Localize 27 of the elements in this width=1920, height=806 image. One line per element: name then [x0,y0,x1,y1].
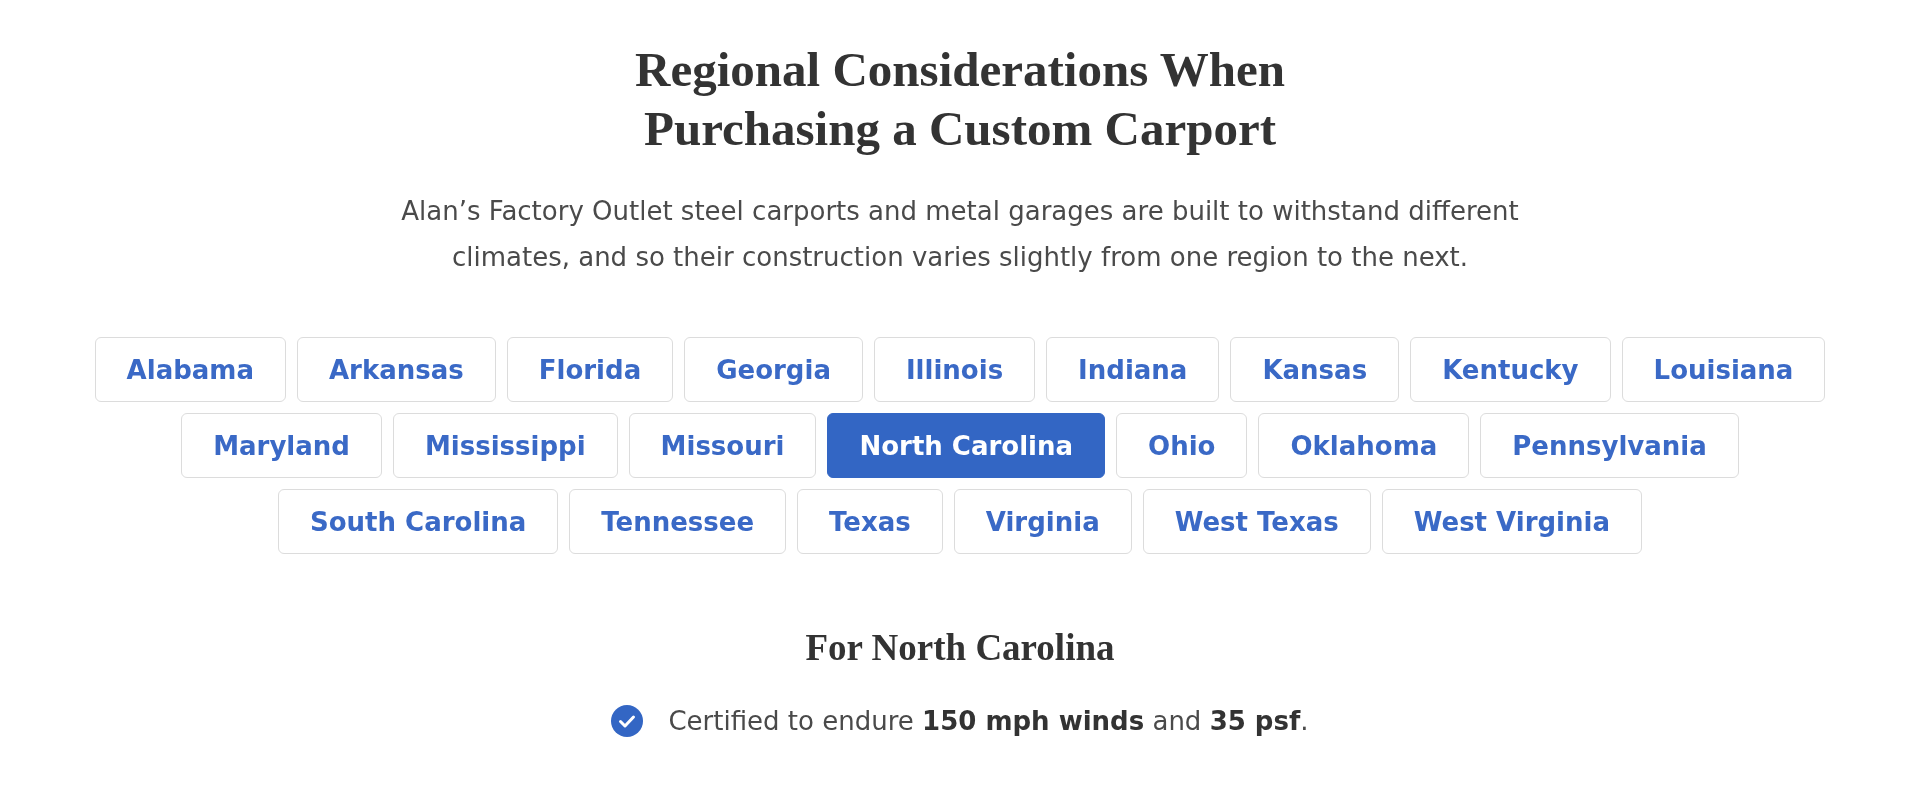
region-tab[interactable]: Florida [506,337,674,402]
region-heading: For North Carolina [805,626,1115,669]
region-tab[interactable]: Pennsylvania [1480,413,1739,478]
region-tab[interactable]: South Carolina [278,489,559,554]
region-tab[interactable]: West Virginia [1381,489,1642,554]
region-tab[interactable]: Maryland [181,413,382,478]
region-tab[interactable]: Texas [797,489,943,554]
region-tab[interactable]: Indiana [1046,337,1220,402]
feature-text: Certified to endure 150 mph winds and 35 psf. [668,705,1309,738]
region-tab[interactable]: Arkansas [296,337,496,402]
region-tab[interactable]: Georgia [684,337,863,402]
check-circle-icon [611,705,644,737]
region-tab[interactable]: Ohio [1116,413,1248,478]
region-tab[interactable]: Kansas [1230,337,1400,402]
region-tab[interactable]: Alabama [94,337,286,402]
region-tab[interactable]: North Carolina [827,413,1106,478]
section-title: Regional Considerations When Purchasing a Custom Carport [634,41,1286,158]
intro-paragraph: Alan’s Factory Outlet steel carports and metal garages are built to withstand different climates, and so their construction varies slightly from one region to the next. [400,195,1520,274]
region-tab[interactable]: Missouri [628,413,817,478]
region-tab[interactable]: Kentucky [1410,337,1611,402]
region-tab[interactable]: Virginia [953,489,1132,554]
region-tab[interactable]: Tennessee [569,489,787,554]
region-tab[interactable]: Oklahoma [1258,413,1470,478]
region-tab[interactable]: Illinois [873,337,1036,402]
region-tab[interactable]: Mississippi [392,413,618,478]
region-tab[interactable]: West Texas [1142,489,1371,554]
region-tab[interactable]: Louisiana [1621,337,1826,402]
